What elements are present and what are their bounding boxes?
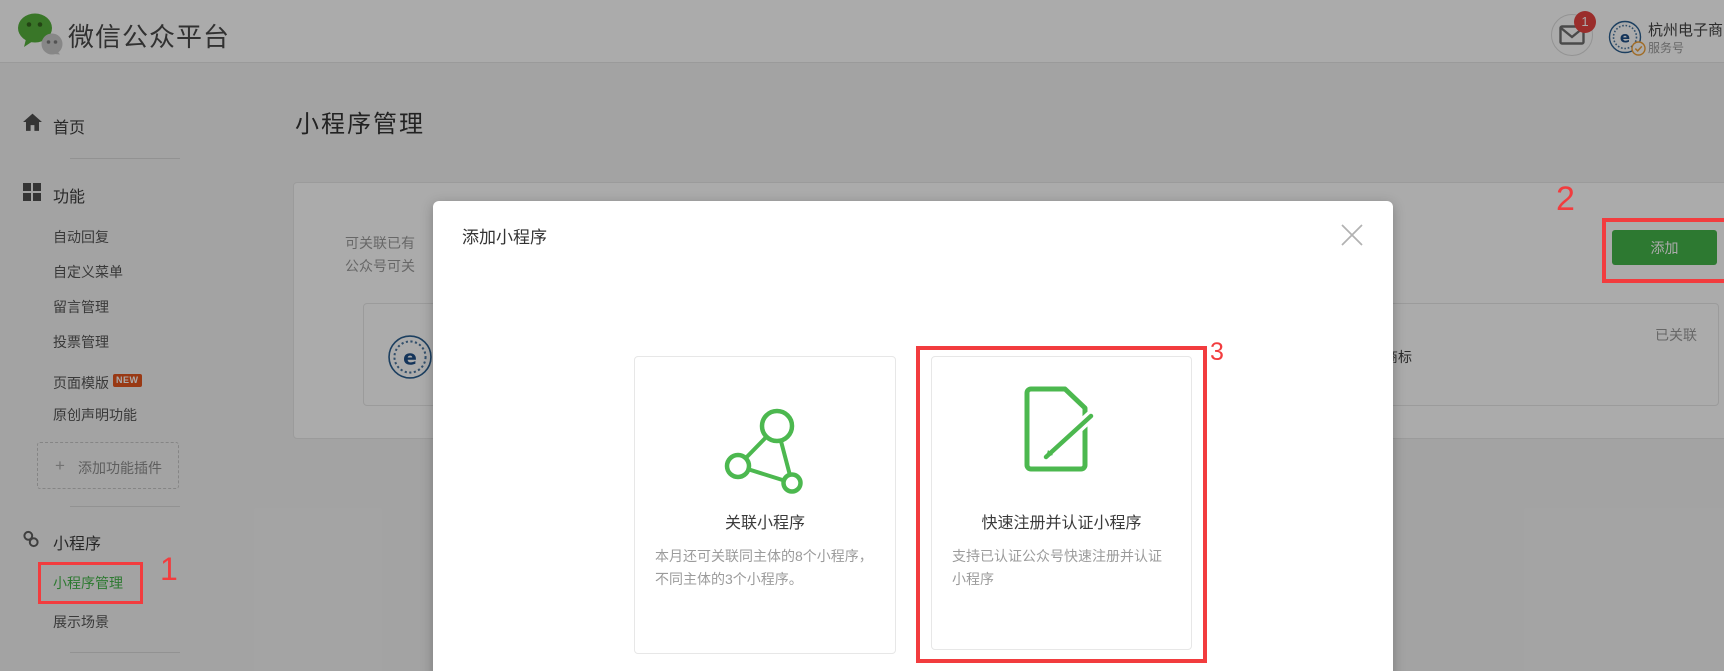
card-desc-line2: 不同主体的3个小程序。 <box>655 568 883 591</box>
network-nodes-icon <box>635 379 895 499</box>
add-miniprogram-dialog: 添加小程序 关联小程序 本月还可关联同主体的8个小程序， 不同主体的3个小程序。 <box>433 201 1393 671</box>
close-icon <box>1338 221 1366 249</box>
card-title: 关联小程序 <box>635 509 895 533</box>
step1-label: 1 <box>160 551 178 588</box>
card-desc-line1: 本月还可关联同主体的8个小程序， <box>655 545 883 568</box>
step2-label: 2 <box>1556 180 1575 219</box>
step3-highlight-box <box>916 346 1207 663</box>
step3-label: 3 <box>1210 338 1224 367</box>
page: 微信公众平台 1 e 杭州电子商 服务号 首页 <box>0 0 1724 671</box>
dialog-title: 添加小程序 <box>462 223 547 248</box>
card-link-miniprogram[interactable]: 关联小程序 本月还可关联同主体的8个小程序， 不同主体的3个小程序。 <box>634 356 896 654</box>
close-button[interactable] <box>1338 221 1366 249</box>
step1-highlight-box <box>38 562 143 604</box>
card-desc: 本月还可关联同主体的8个小程序， 不同主体的3个小程序。 <box>655 545 883 591</box>
step2-highlight-box <box>1602 218 1724 283</box>
